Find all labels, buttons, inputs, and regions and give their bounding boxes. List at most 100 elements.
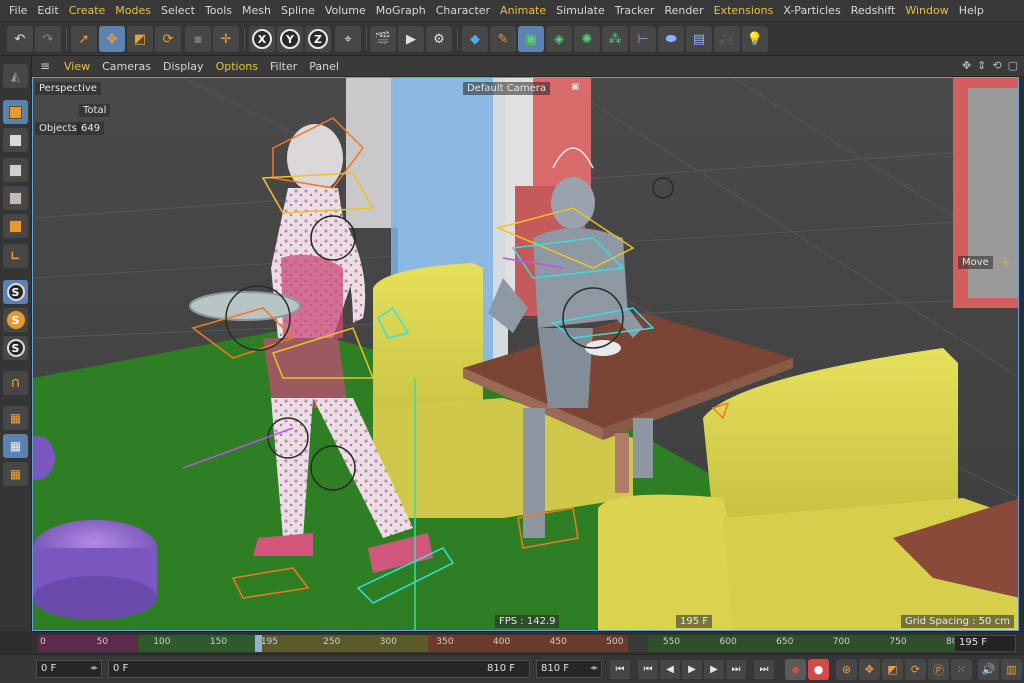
current-frame-field[interactable]: 195 F — [954, 635, 1016, 652]
camera-button[interactable]: 🎥 — [714, 26, 740, 52]
start-frame-field[interactable]: 0 F ◂▸ — [36, 660, 102, 678]
move-tool-button[interactable]: ✥ — [99, 26, 125, 52]
light-button[interactable]: 💡 — [742, 26, 768, 52]
menu-help[interactable]: Help — [954, 4, 989, 17]
menu-render[interactable]: Render — [659, 4, 708, 17]
z-axis-button[interactable]: Z — [305, 26, 331, 52]
start-frame-value: 0 F — [41, 663, 57, 674]
go-to-start-button[interactable]: ⏮ — [610, 660, 630, 679]
cube-button[interactable]: ◆ — [462, 26, 488, 52]
edges-mode-button[interactable] — [3, 186, 28, 210]
viewport[interactable]: Perspective Default Camera ▣ Total Objec… — [32, 77, 1019, 631]
orbit-icon[interactable]: ⟲ — [992, 59, 1001, 72]
next-frame-button[interactable]: ▶ — [704, 660, 724, 679]
make-editable-button[interactable]: ◭ — [3, 64, 28, 88]
maximize-icon[interactable]: ▢ — [1008, 59, 1018, 72]
menu-volume[interactable]: Volume — [320, 4, 371, 17]
redo-button[interactable]: ↷ — [35, 26, 61, 52]
menu-select[interactable]: Select — [156, 4, 200, 17]
viewport-menu-filter[interactable]: Filter — [264, 60, 303, 73]
timeline-ruler[interactable]: 0 50 100 150 195 250 300 350 400 450 500 550 600 650 7… — [38, 635, 978, 652]
scene-motion-button[interactable]: ▥ — [1001, 659, 1022, 680]
cloner-button[interactable]: ⁂ — [602, 26, 628, 52]
viewport-menu-display[interactable]: Display — [157, 60, 210, 73]
menu-edit[interactable]: Edit — [32, 4, 63, 17]
transform-button[interactable]: ✛ — [213, 26, 239, 52]
viewport-menu-view[interactable]: View — [58, 60, 96, 73]
rotate-tool-button[interactable]: ⟳ — [155, 26, 181, 52]
deformer-button[interactable]: ⊢ — [630, 26, 656, 52]
workplane-button[interactable]: ▦ — [3, 406, 28, 430]
viewport-menu-icon[interactable]: ≡ — [32, 59, 58, 73]
viewport-menu-panel[interactable]: Panel — [303, 60, 345, 73]
scale-key-button[interactable]: ◩ — [882, 659, 903, 680]
pan-icon[interactable]: ✥ — [962, 59, 971, 72]
go-to-end-button[interactable]: ⏭ — [754, 660, 774, 679]
menu-extensions[interactable]: Extensions — [709, 4, 779, 17]
model-mode-button[interactable] — [3, 100, 28, 124]
menu-spline[interactable]: Spline — [276, 4, 320, 17]
texture-mode-button[interactable] — [3, 128, 28, 152]
timeline[interactable]: 0 50 100 150 195 250 300 350 400 450 500 550 600 650 7… — [32, 631, 1024, 654]
record-active-button[interactable]: ◆ — [785, 659, 806, 680]
y-axis-button[interactable]: Y — [277, 26, 303, 52]
render-picture-viewer-button[interactable]: ▶ — [398, 26, 424, 52]
camera-lock-icon[interactable]: ▣ — [571, 82, 580, 92]
magnet-button[interactable]: ∩ — [3, 371, 28, 395]
point-level-key-button[interactable]: ⁙ — [951, 659, 972, 680]
render-view-button[interactable]: 🎬 — [370, 26, 396, 52]
menu-file[interactable]: File — [4, 4, 32, 17]
axis-mode-button[interactable]: ∟ — [3, 244, 28, 268]
menu-simulate[interactable]: Simulate — [551, 4, 610, 17]
recent-tool-button[interactable]: ▪ — [185, 26, 211, 52]
menu-window[interactable]: Window — [900, 4, 953, 17]
polygons-mode-button[interactable] — [3, 214, 28, 238]
spinner-icon[interactable]: ◂▸ — [590, 663, 598, 672]
keyframe-selection-button[interactable]: ⊛ — [836, 659, 857, 680]
menu-create[interactable]: Create — [64, 4, 111, 17]
subdivision-button[interactable]: ▣ — [518, 26, 544, 52]
zoom-icon[interactable]: ⇕ — [977, 59, 986, 72]
render-settings-button[interactable]: ⚙ — [426, 26, 452, 52]
camera-label[interactable]: Default Camera — [463, 82, 550, 95]
array-button[interactable]: ✺ — [574, 26, 600, 52]
menu-tools[interactable]: Tools — [200, 4, 237, 17]
sound-button[interactable]: 🔊 — [978, 659, 999, 680]
previous-frame-button[interactable]: ◀ — [660, 660, 680, 679]
position-key-button[interactable]: ✥ — [859, 659, 880, 680]
field-button[interactable]: ⬬ — [658, 26, 684, 52]
viewport-menu-cameras[interactable]: Cameras — [96, 60, 157, 73]
extrude-button[interactable]: ◈ — [546, 26, 572, 52]
undo-button[interactable]: ↶ — [7, 26, 33, 52]
menu-redshift[interactable]: Redshift — [846, 4, 901, 17]
live-selection-button[interactable]: ➚ — [71, 26, 97, 52]
end-frame-field[interactable]: 810 F ◂▸ — [536, 660, 602, 678]
scale-tool-button[interactable]: ◩ — [127, 26, 153, 52]
menu-mesh[interactable]: Mesh — [237, 4, 276, 17]
frame-range-slider[interactable]: 0 F 810 F — [108, 660, 530, 678]
autokey-button[interactable]: ● — [808, 659, 829, 680]
snap-settings-button[interactable]: S — [3, 308, 28, 332]
pen-button[interactable]: ✎ — [490, 26, 516, 52]
coordinate-system-button[interactable]: ⌖ — [335, 26, 361, 52]
x-axis-button[interactable]: X — [249, 26, 275, 52]
next-keyframe-button[interactable]: ⏭ — [726, 660, 746, 679]
points-mode-button[interactable] — [3, 158, 28, 182]
menu-animate[interactable]: Animate — [495, 4, 551, 17]
floor-button[interactable]: ▤ — [686, 26, 712, 52]
menu-character[interactable]: Character — [431, 4, 495, 17]
menu-modes[interactable]: Modes — [110, 4, 156, 17]
spinner-icon[interactable]: ◂▸ — [90, 663, 98, 672]
planar-workplane-button[interactable]: ▦ — [3, 462, 28, 486]
previous-keyframe-button[interactable]: ⏮ — [638, 660, 658, 679]
play-button[interactable]: ▶ — [682, 660, 702, 679]
viewport-menu-options[interactable]: Options — [210, 60, 264, 73]
menu-mograph[interactable]: MoGraph — [371, 4, 431, 17]
menu-x-particles[interactable]: X-Particles — [778, 4, 845, 17]
quantize-button[interactable]: S — [3, 336, 28, 360]
parameter-key-button[interactable]: Ⓟ — [928, 659, 949, 680]
snap-button[interactable]: S — [3, 280, 28, 304]
menu-tracker[interactable]: Tracker — [610, 4, 660, 17]
rotation-key-button[interactable]: ⟳ — [905, 659, 926, 680]
locked-workplane-button[interactable]: ▦ — [3, 434, 28, 458]
